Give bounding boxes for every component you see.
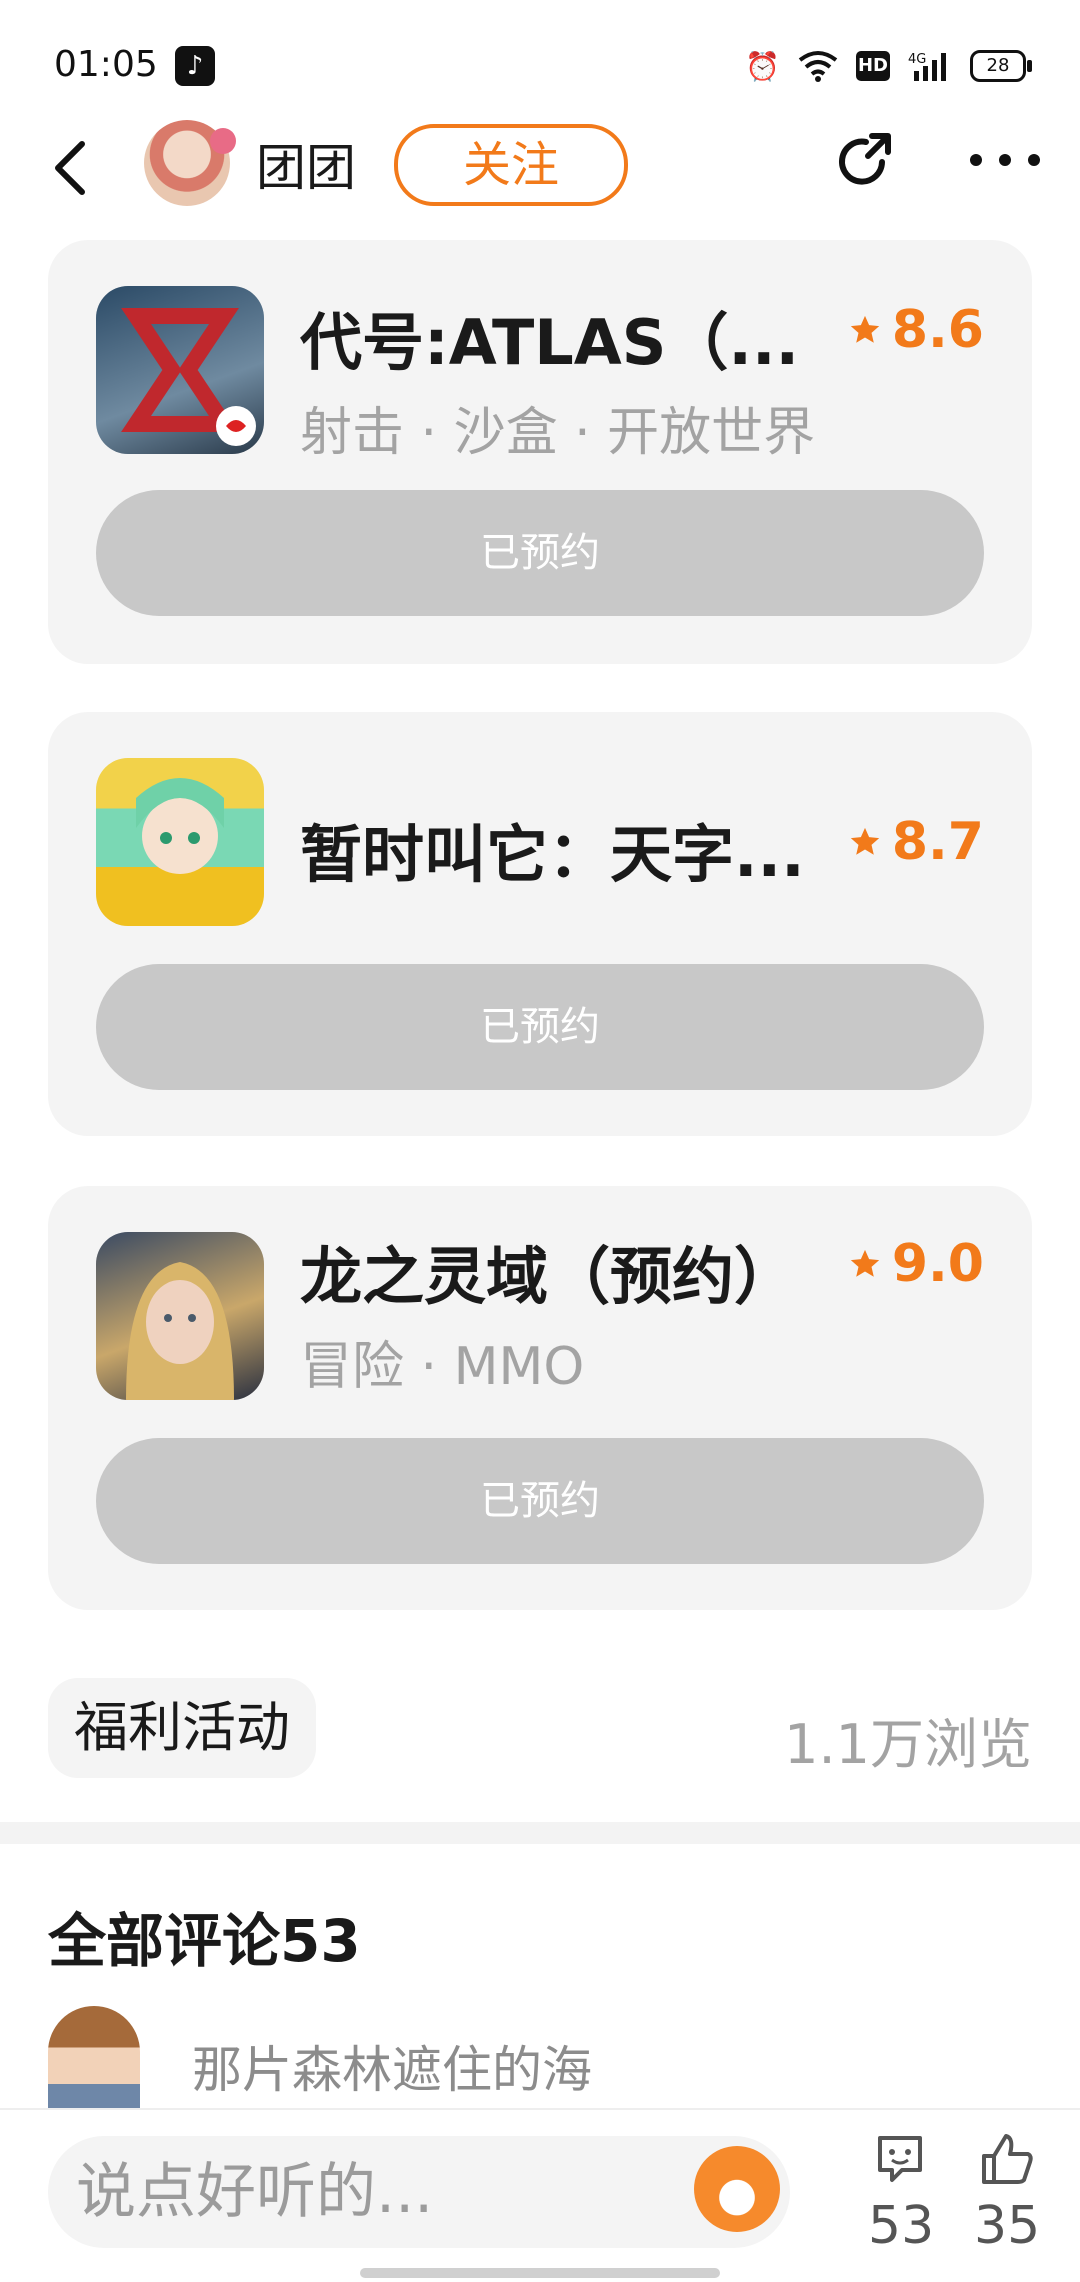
like-icon[interactable] xyxy=(978,2130,1036,2188)
svg-text:4G: 4G xyxy=(908,52,926,67)
game-name: 龙之灵域（预约） xyxy=(300,1240,797,1313)
wifi-icon xyxy=(798,51,838,82)
game-name: 代号:ATLAS（... xyxy=(300,306,800,379)
username[interactable]: 团团 xyxy=(256,128,356,200)
home-indicator[interactable] xyxy=(360,2268,720,2278)
rating-value: 9.0 xyxy=(891,1234,984,1294)
reserved-button[interactable]: 已预约 xyxy=(96,1438,984,1564)
alarm-icon: ⏰ xyxy=(745,49,780,83)
hd-icon: HD xyxy=(856,51,890,81)
star-icon xyxy=(850,827,880,855)
status-time: 01:05 xyxy=(54,44,158,85)
reserved-button[interactable]: 已预约 xyxy=(96,964,984,1090)
topic-tag[interactable]: 福利活动 xyxy=(48,1678,316,1778)
status-icons: ⏰ HD 4G 28 xyxy=(745,44,1032,88)
like-count: 35 xyxy=(974,2196,1041,2256)
share-icon[interactable] xyxy=(832,128,898,194)
comment-count: 53 xyxy=(868,2196,935,2256)
more-icon[interactable] xyxy=(970,148,1040,172)
game-rating: 8.7 xyxy=(848,812,984,872)
star-icon xyxy=(850,315,880,343)
game-card[interactable]: 代号:ATLAS（... 射击 · 沙盒 · 开放世界 8.6 已预约 xyxy=(48,240,1032,664)
star-icon xyxy=(850,1249,880,1277)
rating-value: 8.6 xyxy=(891,300,984,360)
game-icon-tianzi[interactable] xyxy=(96,758,264,926)
game-icon-dragon[interactable] xyxy=(96,1232,264,1400)
comment-icon[interactable] xyxy=(872,2130,928,2186)
game-icon-atlas[interactable] xyxy=(96,286,264,454)
game-name: 暂时叫它：天字... xyxy=(300,818,805,891)
mascot-icon[interactable] xyxy=(694,2146,780,2232)
tiktok-icon: ♪ xyxy=(175,46,215,86)
view-count: 1.1万浏览 xyxy=(784,1713,1032,1776)
section-divider xyxy=(0,1822,1080,1844)
game-card[interactable]: 暂时叫它：天字... 8.7 已预约 xyxy=(48,712,1032,1136)
game-tags: 射击 · 沙盒 · 开放世界 xyxy=(300,403,816,463)
commenter-name[interactable]: 那片森林遮住的海 xyxy=(192,2030,592,2102)
game-tags: 冒险 · MMO xyxy=(300,1337,585,1397)
back-icon[interactable] xyxy=(46,138,96,198)
game-rating: 9.0 xyxy=(848,1234,984,1294)
follow-button[interactable]: 关注 xyxy=(394,124,628,206)
status-bar: 01:05 ♪ ⏰ HD 4G 28 xyxy=(0,0,1080,120)
signal-icon: 4G xyxy=(908,52,946,81)
comment-input[interactable]: 说点好听的... xyxy=(48,2136,790,2248)
battery-icon: 28 xyxy=(970,50,1032,82)
reserved-button[interactable]: 已预约 xyxy=(96,490,984,616)
rating-value: 8.7 xyxy=(891,812,984,872)
avatar-flower-badge xyxy=(210,128,236,154)
commenter-avatar[interactable] xyxy=(48,2006,140,2110)
comments-title: 全部评论53 xyxy=(48,1907,361,1975)
game-rating: 8.6 xyxy=(848,300,984,360)
game-card[interactable]: 龙之灵域（预约） 冒险 · MMO 9.0 已预约 xyxy=(48,1186,1032,1610)
